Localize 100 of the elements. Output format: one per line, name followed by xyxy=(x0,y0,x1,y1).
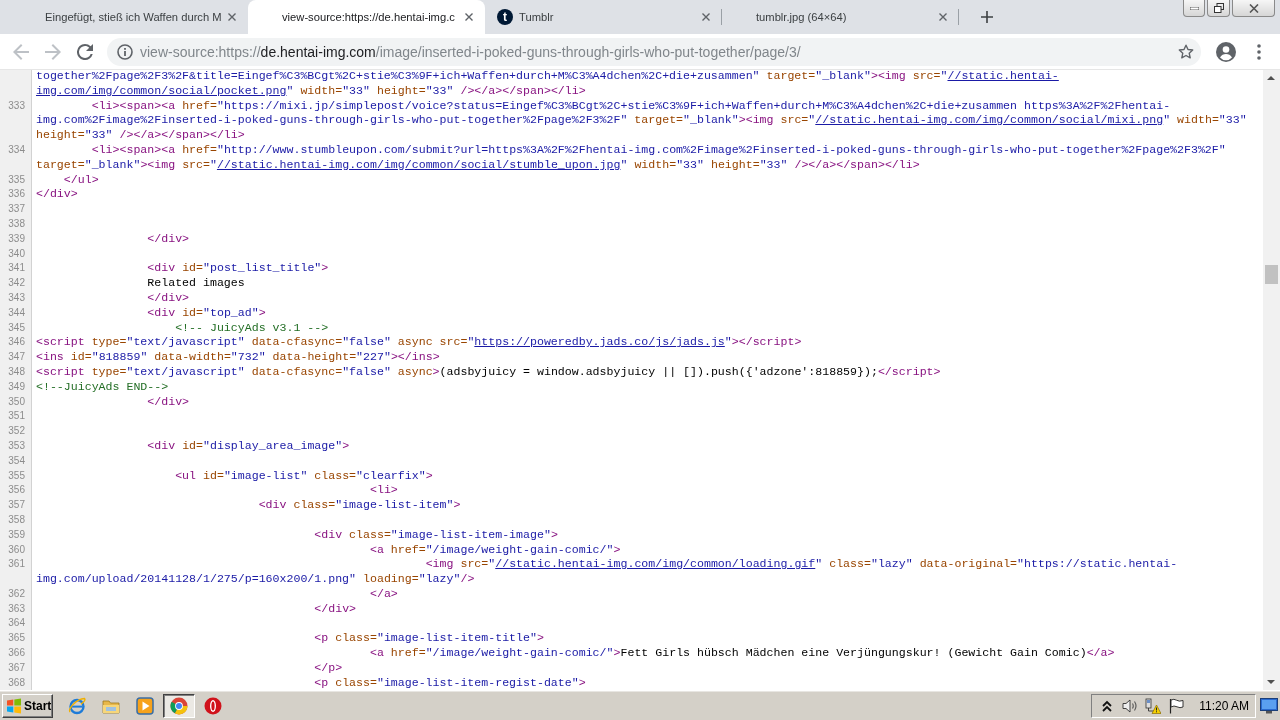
line-number: 359 xyxy=(8,527,25,542)
line-number: 350 xyxy=(8,394,25,409)
line-number: 368 xyxy=(8,675,25,690)
source-line: <a href="/image/weight-gain-comic/"> xyxy=(369,542,621,556)
chevron-up-icon[interactable] xyxy=(1102,699,1113,712)
scrollbar[interactable] xyxy=(1263,70,1280,690)
line-number: 347 xyxy=(8,350,25,365)
line-number: 363 xyxy=(8,601,25,616)
source-line: img.com/img/common/social/pocket.png" width="33" height="33" /></a></span></li> xyxy=(36,83,586,97)
source-line: img.com/upload/20141128/1/275/p=160x200/1.png" loading="lazy"/> xyxy=(36,572,475,586)
source-link[interactable]: //static.hentai-img.com/img/common/social/mixi.png xyxy=(815,113,1164,127)
start-button[interactable]: Start xyxy=(2,693,53,718)
plus-icon[interactable] xyxy=(981,11,993,23)
line-number: 339 xyxy=(8,231,25,246)
source-line: <p class="image-list-item-title"> xyxy=(314,631,544,645)
source-line: </p> xyxy=(314,660,343,674)
browser-tab[interactable]: Eingefügt, stieß ich Waffen durch M xyxy=(11,0,248,34)
source-line: </a> xyxy=(369,586,398,600)
flag-icon[interactable] xyxy=(1168,697,1185,714)
close-icon[interactable] xyxy=(702,13,710,21)
source-link[interactable]: //static.hentai-img.com/img/common/loading.gif xyxy=(495,557,816,571)
source-link[interactable]: https://poweredby.jads.co/js/jads.js xyxy=(474,335,725,349)
circle-logo-icon xyxy=(170,696,188,715)
source-link[interactable]: //static.hentai- xyxy=(947,70,1059,82)
source-line: <div class="image-list-item-image"> xyxy=(314,527,558,541)
line-number: 355 xyxy=(8,468,25,483)
restore-icon xyxy=(1213,3,1224,13)
close-icon[interactable] xyxy=(465,13,473,21)
line-number: 338 xyxy=(8,216,25,231)
source-line: </div> xyxy=(314,601,357,615)
taskbar-button[interactable] xyxy=(163,693,195,718)
line-number: 361 xyxy=(8,557,25,572)
line-number: 352 xyxy=(8,424,25,439)
line-number: 358 xyxy=(8,512,25,527)
browser-tab[interactable]: t Tumblr xyxy=(485,0,722,34)
flag-logo-icon xyxy=(6,697,22,714)
line-number: 341 xyxy=(8,261,25,276)
minimize-icon xyxy=(1189,6,1199,10)
source-line: <li><span><a href="https://mixi.jp/simplepost/voice?status=Eingef%C3%BCgt%2C+stie%C3%9F+ich+Waffen+durch+M%C3%A4dchen%2C+die+zusammen https%3A%2F%2Fhentai- xyxy=(91,98,1171,112)
source-line: <img src="//static.hentai-img.com/img/common/loading.gif" class="lazy" data-original="https://static.hentai- xyxy=(425,557,1178,571)
line-number: 346 xyxy=(8,335,25,350)
line-number: 351 xyxy=(8,409,25,424)
source-line: <li><span><a href="http://www.stumbleupon.com/submit?url=https%3A%2F%2Fhentai-img.com%2Fimage%2Finserted-i-poked-guns-through-girls-who-put-together%2Fpage%2F3%2F" xyxy=(91,143,1226,156)
source-line: <!--JuicyAds END--> xyxy=(36,379,169,393)
window-close-button[interactable] xyxy=(1232,0,1275,17)
line-number: 357 xyxy=(8,498,25,513)
scrollbar-thumb[interactable] xyxy=(1265,265,1278,284)
source-link[interactable]: //static.hentai-img.com/img/common/social/stumble_upon.jpg xyxy=(216,157,621,171)
ring-logo-icon xyxy=(204,696,222,715)
source-line: Related images xyxy=(147,276,245,290)
source-line: img.com%2Fimage%2Finserted-i-poked-guns-through-girls-who-put-together%2Fpage%2F3%2F" target="_blank"><img src="//static.hentai-img.com/img/common/social/mixi.png" width="33" xyxy=(36,113,1247,127)
line-number: 337 xyxy=(8,202,25,217)
source-line: <ul id="image-list" class="clearfix"> xyxy=(175,468,433,482)
line-number: 344 xyxy=(8,305,25,320)
line-number: 356 xyxy=(8,483,25,498)
source-line: <div class="image-list-item"> xyxy=(258,498,461,512)
line-number: 340 xyxy=(8,246,25,261)
line-number: 366 xyxy=(8,646,25,661)
line-number: 354 xyxy=(8,453,25,468)
monitor-icon[interactable] xyxy=(1260,697,1278,714)
info-icon[interactable] xyxy=(117,43,133,60)
source-line: <div id="post_list_title"> xyxy=(147,261,329,275)
source-line: <a href="/image/weight-gain-comic/">Fett Girls hübsch Mädchen eine Verjüngungskur! (Gewicht Gain Comic)</a> xyxy=(369,646,1115,660)
source-line: <li> xyxy=(369,483,398,497)
source-line: together%2Fpage%2F3%2F&title=Eingef%C3%BCgt%2C+stie%C3%9F+ich+Waffen+durch+M%C3%A4dchen%2C+die+zusammen" target="_blank"><img src="//static.hentai- xyxy=(36,70,1059,82)
scroll-down-icon[interactable] xyxy=(1267,680,1275,684)
line-number: 335 xyxy=(8,172,25,187)
line-number: 353 xyxy=(8,438,25,453)
menu-icon[interactable] xyxy=(1257,43,1261,60)
reload-icon[interactable] xyxy=(77,43,93,60)
close-icon[interactable] xyxy=(939,13,947,21)
browser-tab[interactable]: view-source:https://de.hentai-img.c xyxy=(248,0,485,34)
play-icon xyxy=(136,696,154,715)
line-number: 333 xyxy=(8,98,25,113)
line-number: 367 xyxy=(8,660,25,675)
close-icon xyxy=(1248,3,1259,13)
source-line: </div> xyxy=(147,394,190,408)
source-line: <div id="top_ad"> xyxy=(147,305,266,319)
star-icon[interactable] xyxy=(1178,43,1194,60)
address-bar[interactable]: view-source:https://de.hentai-img.com/image/inserted-i-poked-guns-through-girls-who-put-together/page/3/ xyxy=(107,37,1201,66)
network-warning-icon[interactable] xyxy=(1145,697,1162,714)
close-icon[interactable] xyxy=(228,13,236,21)
clock-text[interactable]: 11:20 AM xyxy=(1199,698,1249,713)
source-line: </ul> xyxy=(63,172,99,186)
line-number: 348 xyxy=(8,364,25,379)
restore-button[interactable] xyxy=(1207,0,1230,17)
source-line: </div> xyxy=(147,290,190,304)
source-line: <script type="text/javascript" data-cfasync="false" async>(adsbyjuicy = window.adsbyjuicy || []).push({'adzone':818859});</script> xyxy=(36,364,941,378)
source-line: </div> xyxy=(36,187,78,201)
line-number: 342 xyxy=(8,276,25,291)
line-number: 364 xyxy=(8,616,25,631)
line-number: 365 xyxy=(8,631,25,646)
browser-tab[interactable]: tumblr.jpg (64×64) xyxy=(722,0,959,34)
speaker-icon[interactable] xyxy=(1122,697,1139,714)
avatar-icon[interactable] xyxy=(1216,41,1236,62)
source-line: <p class="image-list-item-regist-date"> xyxy=(314,675,586,689)
scroll-up-icon[interactable] xyxy=(1267,76,1275,80)
source-link[interactable]: img.com/img/common/social/pocket.png xyxy=(36,83,287,97)
source-line: height="33" /></a></span></li> xyxy=(36,128,245,142)
line-number: 345 xyxy=(8,320,25,335)
